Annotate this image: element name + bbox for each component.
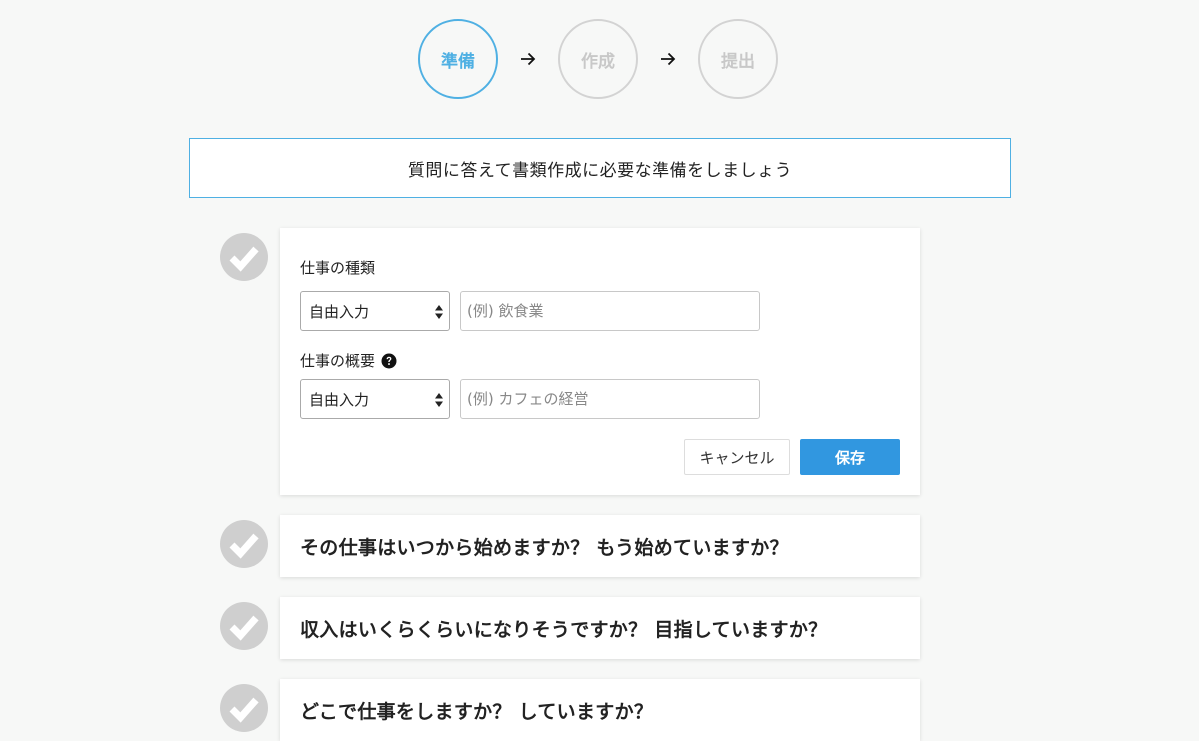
question-text: どこで仕事をしますか？ していますか？ <box>300 700 654 723</box>
job-form-card: 仕事の種類 自由入力 仕事の概要 自由入力 キャンセル 保存 <box>280 228 920 495</box>
question-card-work-location[interactable]: どこで仕事をしますか？ していますか？ <box>280 679 920 741</box>
job-summary-select-value: 自由入力 <box>309 390 370 409</box>
step-submit-label: 提出 <box>721 51 755 72</box>
step-submit: 提出 <box>698 19 778 99</box>
job-type-label: 仕事の種類 <box>300 257 375 278</box>
check-circle-icon <box>220 602 268 650</box>
check-circle-icon <box>220 520 268 568</box>
cancel-button-label: キャンセル <box>699 448 775 467</box>
job-summary-label-text: 仕事の概要 <box>300 352 376 370</box>
cancel-button[interactable]: キャンセル <box>684 439 790 475</box>
save-button-label: 保存 <box>834 448 865 467</box>
job-summary-input[interactable] <box>460 379 760 419</box>
job-type-input[interactable] <box>460 291 760 331</box>
job-summary-select[interactable]: 自由入力 <box>300 379 450 419</box>
job-type-select[interactable]: 自由入力 <box>300 291 450 331</box>
arrow-right-icon <box>498 19 558 99</box>
question-text: 収入はいくらくらいになりそうですか？ 目指していますか？ <box>300 618 828 641</box>
updown-arrows-icon <box>435 305 443 319</box>
check-circle-icon <box>220 684 268 732</box>
job-summary-label: 仕事の概要 <box>300 350 397 371</box>
question-text: その仕事はいつから始めますか？ もう始めていますか？ <box>300 536 789 559</box>
step-indicator: 準備 作成 提出 <box>418 19 778 99</box>
instruction-banner: 質問に答えて書類作成に必要な準備をしましょう <box>189 138 1011 198</box>
question-circle-icon[interactable] <box>381 353 397 369</box>
step-create: 作成 <box>558 19 638 99</box>
question-card-income[interactable]: 収入はいくらくらいになりそうですか？ 目指していますか？ <box>280 597 920 659</box>
arrow-right-icon <box>638 19 698 99</box>
instruction-text: 質問に答えて書類作成に必要な準備をしましょう <box>407 160 793 181</box>
step-prepare: 準備 <box>418 19 498 99</box>
check-circle-icon <box>220 233 268 281</box>
step-prepare-label: 準備 <box>441 51 475 72</box>
job-type-label-text: 仕事の種類 <box>300 259 376 277</box>
job-type-select-value: 自由入力 <box>309 302 370 321</box>
step-create-label: 作成 <box>581 51 615 72</box>
updown-arrows-icon <box>435 393 443 407</box>
save-button[interactable]: 保存 <box>800 439 900 475</box>
question-card-start-date[interactable]: その仕事はいつから始めますか？ もう始めていますか？ <box>280 515 920 577</box>
